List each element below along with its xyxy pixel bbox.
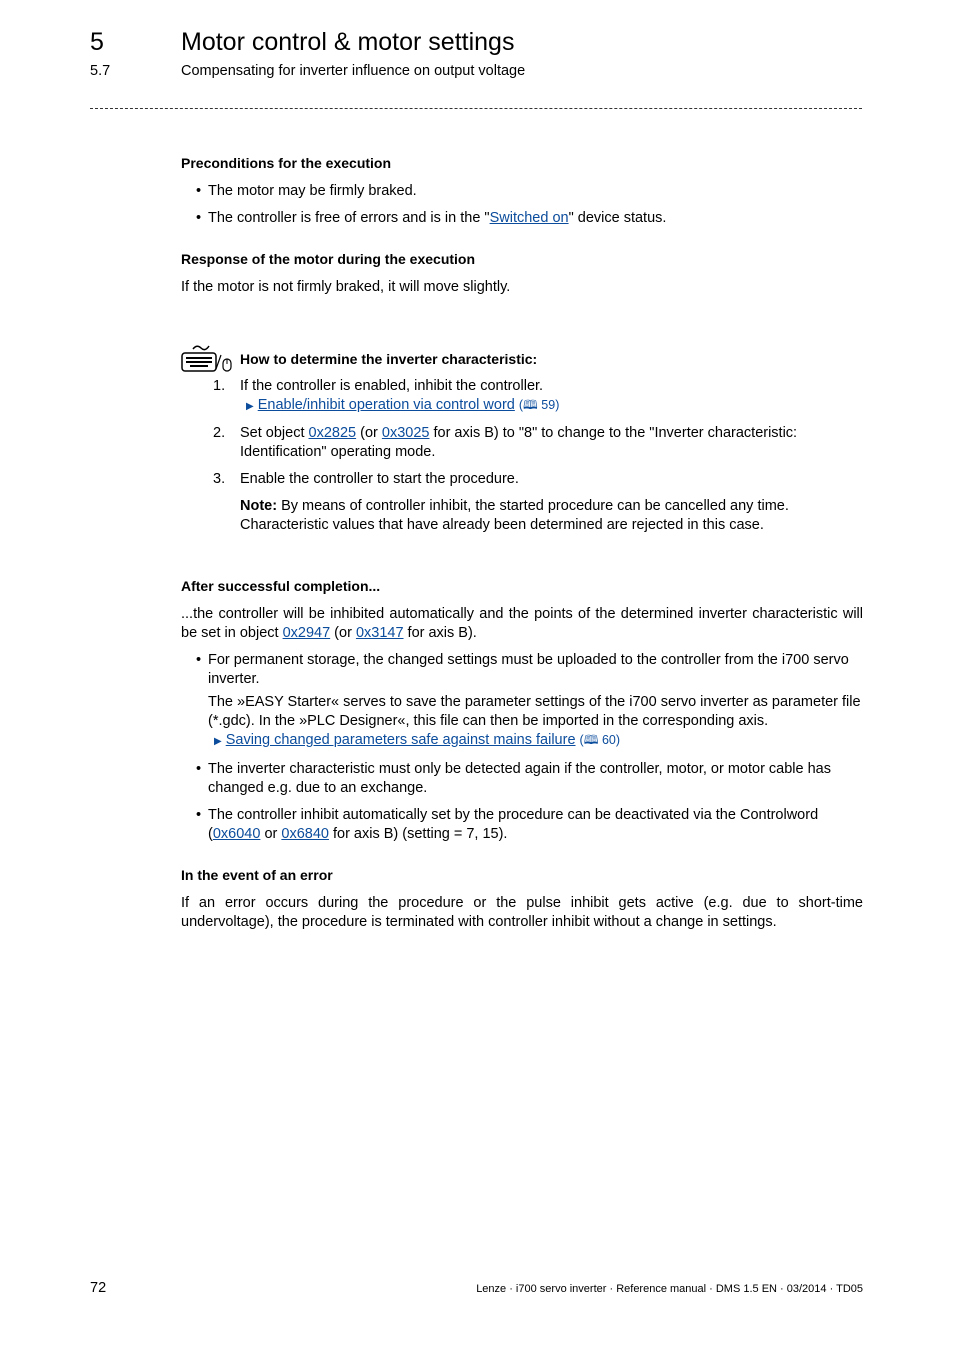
error-heading: In the event of an error xyxy=(181,867,333,883)
step-2: 2. Set object 0x2825 (or 0x3025 for axis… xyxy=(213,425,798,460)
chapter-number: 5 xyxy=(90,28,104,56)
footer-info: Lenze · i700 servo inverter · Reference … xyxy=(476,1283,863,1295)
step-3: 3. Enable the controller to start the pr… xyxy=(181,470,863,535)
book-icon: 🕮 xyxy=(523,398,538,412)
object-0x2825-link[interactable]: 0x2825 xyxy=(309,425,357,441)
arrow-icon: ▶ xyxy=(246,401,254,412)
howto-heading: How to determine the inverter characteri… xyxy=(240,351,538,367)
after-text: ...the controller will be inhibited auto… xyxy=(181,606,863,641)
error-text: If an error occurs during the procedure … xyxy=(181,895,863,930)
object-0x6840-link[interactable]: 0x6840 xyxy=(281,826,329,842)
section-title: Compensating for inverter influence on o… xyxy=(181,63,526,79)
preconditions-section: Preconditions for the execution The moto… xyxy=(181,154,863,228)
step-1: 1. If the controller is enabled, inhibit… xyxy=(213,378,560,413)
after-section: After successful completion... ...the co… xyxy=(181,577,863,844)
page-ref[interactable]: (🕮 60) xyxy=(580,733,620,747)
object-0x3025-link[interactable]: 0x3025 xyxy=(382,425,430,441)
object-0x3147-link[interactable]: 0x3147 xyxy=(356,625,404,641)
arrow-icon: ▶ xyxy=(214,736,222,747)
chapter-title: Motor control & motor settings xyxy=(181,28,515,56)
response-section: Response of the motor during the executi… xyxy=(181,250,863,297)
list-item: The inverter characteristic must only be… xyxy=(181,760,863,798)
note: Note: By means of controller inhibit, th… xyxy=(240,498,789,533)
list-item: For permanent storage, the changed setti… xyxy=(181,651,863,751)
object-0x2947-link[interactable]: 0x2947 xyxy=(283,625,331,641)
error-section: In the event of an error If an error occ… xyxy=(181,866,863,932)
header-divider xyxy=(90,108,862,109)
preconditions-heading: Preconditions for the execution xyxy=(181,155,392,171)
page-number: 72 xyxy=(90,1280,107,1296)
section-number: 5.7 xyxy=(90,63,111,79)
switched-on-link[interactable]: Switched on xyxy=(490,210,569,226)
enable-inhibit-link[interactable]: Enable/inhibit operation via control wor… xyxy=(258,397,515,413)
saving-parameters-link[interactable]: Saving changed parameters safe against m… xyxy=(226,732,576,748)
object-0x6040-link[interactable]: 0x6040 xyxy=(213,826,261,842)
keyboard-mouse-icon xyxy=(181,343,233,378)
list-item: The motor may be firmly braked. xyxy=(181,182,863,201)
response-text: If the motor is not firmly braked, it wi… xyxy=(181,279,511,295)
response-heading: Response of the motor during the executi… xyxy=(181,251,476,267)
howto-steps: 1. If the controller is enabled, inhibit… xyxy=(181,377,863,535)
after-heading: After successful completion... xyxy=(181,578,381,594)
book-icon: 🕮 xyxy=(583,733,599,747)
list-item: The controller inhibit automatically set… xyxy=(181,806,863,844)
page-ref[interactable]: (🕮 59) xyxy=(519,398,559,412)
list-item: The controller is free of errors and is … xyxy=(181,209,863,228)
